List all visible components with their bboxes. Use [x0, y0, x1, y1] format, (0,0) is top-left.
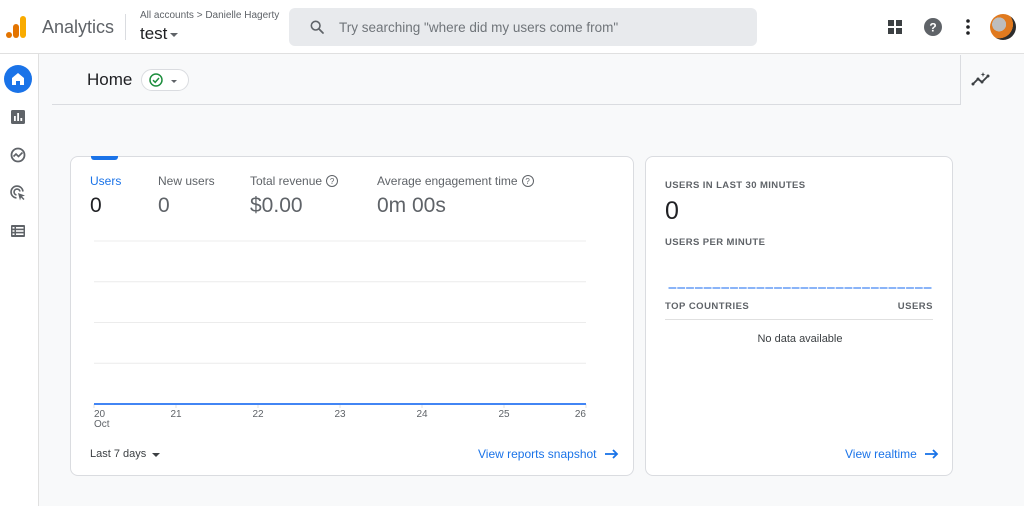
help-button[interactable]: ? — [923, 17, 943, 37]
search-icon — [310, 20, 324, 34]
x-tick-label: 24 — [416, 409, 428, 420]
status-dropdown[interactable] — [141, 69, 189, 91]
list-icon — [11, 225, 25, 237]
breadcrumb-separator: > — [196, 10, 203, 21]
per-minute-bar — [738, 287, 747, 289]
per-minute-bar — [862, 287, 870, 289]
x-tick-label: 23 — [334, 409, 346, 420]
per-minute-bar — [756, 287, 765, 289]
per-minute-bar — [791, 287, 800, 289]
per-minute-bar — [782, 287, 791, 289]
per-minute-bar — [844, 287, 853, 289]
per-minute-bar — [677, 287, 686, 289]
avatar[interactable] — [990, 14, 1016, 40]
sidebar-item-configure[interactable] — [4, 217, 32, 245]
more-options-button[interactable] — [958, 17, 978, 37]
column-header-users: USERS — [897, 301, 933, 312]
x-tick-label: 22 — [252, 409, 264, 420]
users-last-30-min-value: 0 — [665, 197, 679, 225]
app-name: Analytics — [42, 17, 115, 37]
insights-sparkle-icon — [971, 72, 990, 86]
per-minute-bar — [721, 287, 730, 289]
apps-grid-button[interactable] — [885, 17, 905, 37]
analytics-logo-icon — [6, 16, 26, 38]
top-bar: Analytics All accounts > Danielle Hagert… — [0, 0, 1024, 54]
apps-grid-icon — [888, 20, 902, 34]
sidebar — [0, 54, 39, 506]
users-last-30-min-label: USERS IN LAST 30 MINUTES — [665, 180, 806, 191]
x-tick-label: 21 — [170, 409, 182, 420]
per-minute-bar — [747, 287, 756, 289]
search-input[interactable] — [339, 19, 739, 35]
empty-state-message: No data available — [757, 333, 843, 345]
date-range-dropdown[interactable]: Last 7 days — [90, 448, 161, 460]
per-minute-bar — [906, 287, 914, 289]
per-minute-bar — [712, 287, 721, 289]
per-minute-bar — [888, 287, 897, 289]
property-name: test — [140, 24, 168, 43]
property-selector[interactable]: test — [140, 24, 179, 44]
per-minute-bar — [835, 287, 844, 289]
per-minute-bar — [879, 287, 888, 289]
per-minute-bar — [730, 287, 738, 289]
help-icon: ? — [924, 18, 942, 36]
per-minute-bar — [703, 287, 712, 289]
per-minute-bar — [809, 287, 818, 289]
arrow-right-icon — [604, 449, 618, 459]
per-minute-bar — [818, 287, 826, 289]
x-tick-sublabel: Oct — [94, 419, 110, 430]
x-tick-label: 26 — [575, 409, 587, 420]
column-header-country: TOP COUNTRIES — [665, 301, 750, 312]
sidebar-item-reports[interactable] — [4, 103, 32, 131]
bar-chart-icon — [11, 110, 25, 124]
per-minute-bar — [923, 287, 932, 289]
breadcrumb-account[interactable]: All accounts — [140, 10, 194, 21]
top-countries-header: TOP COUNTRIES USERS — [665, 301, 933, 320]
per-minute-bar — [694, 287, 703, 289]
sidebar-item-explore[interactable] — [4, 141, 32, 169]
date-range-label: Last 7 days — [90, 448, 147, 460]
arrow-right-icon — [924, 449, 939, 459]
per-minute-bar — [668, 287, 677, 289]
sidebar-item-advertising[interactable] — [4, 179, 32, 207]
divider — [125, 14, 126, 40]
per-minute-bar — [914, 287, 923, 289]
link-label: View realtime — [845, 447, 917, 461]
page-title: Home — [87, 70, 133, 89]
divider — [960, 55, 961, 105]
target-cursor-icon — [10, 185, 25, 201]
caret-down-icon — [170, 33, 179, 37]
realtime-card: USERS IN LAST 30 MINUTES 0 USERS PER MIN… — [645, 156, 953, 476]
per-minute-bar — [686, 287, 694, 289]
per-minute-bar — [870, 287, 879, 289]
divider — [52, 104, 960, 105]
insights-button[interactable] — [970, 68, 992, 90]
search-bar[interactable] — [289, 8, 757, 46]
x-tick-label: 25 — [498, 409, 510, 420]
home-icon — [12, 73, 24, 85]
sidebar-item-home[interactable] — [4, 65, 32, 93]
explore-icon — [10, 147, 26, 163]
per-minute-bar — [853, 287, 862, 289]
per-minute-bar — [897, 287, 906, 289]
per-minute-bar — [826, 287, 835, 289]
users-line-chart: 20Oct21 22 23 24 25 26 — [93, 240, 587, 430]
view-realtime-link[interactable]: View realtime — [845, 447, 939, 461]
svg-text:?: ? — [929, 21, 936, 35]
caret-down-icon — [152, 453, 161, 457]
per-minute-bar — [765, 287, 774, 289]
per-minute-bar — [800, 287, 809, 289]
more-vert-icon — [966, 19, 970, 35]
breadcrumb[interactable]: All accounts > Danielle Hagerty — [140, 10, 279, 21]
overview-card: Users 0 New users 0 Total revenue? $0.00… — [70, 156, 634, 476]
users-per-minute-chart — [668, 287, 932, 289]
view-reports-snapshot-link[interactable]: View reports snapshot — [478, 447, 619, 461]
breadcrumb-owner[interactable]: Danielle Hagerty — [205, 10, 279, 21]
link-label: View reports snapshot — [478, 447, 597, 461]
users-per-minute-label: USERS PER MINUTE — [665, 237, 766, 248]
check-circle-icon — [149, 73, 163, 87]
caret-down-icon — [171, 79, 177, 83]
page-header: Home — [40, 55, 1024, 105]
per-minute-bar — [774, 287, 782, 289]
